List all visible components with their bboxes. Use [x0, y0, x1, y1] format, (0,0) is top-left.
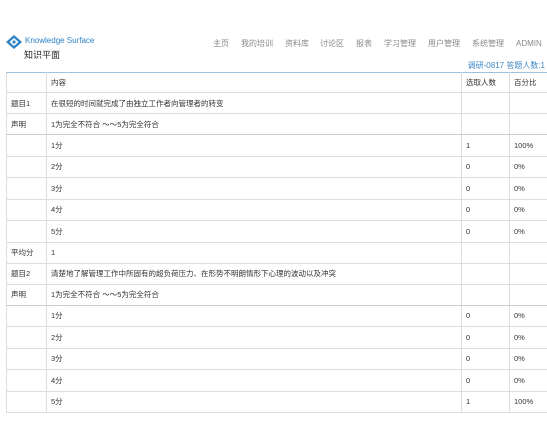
option-label: 4分 — [46, 198, 462, 221]
knowledge-surface-logo-icon — [6, 35, 22, 49]
option-count: 0 — [461, 304, 510, 327]
option-key-cell — [6, 369, 47, 392]
option-count: 1 — [461, 390, 510, 413]
option-percent: 0% — [509, 369, 547, 392]
option-label: 4分 — [46, 369, 462, 392]
nav-user-management[interactable]: 用户管理 — [428, 38, 460, 50]
statement-row: 声明 1为完全不符合 ～～5为完全符合 — [6, 283, 547, 306]
option-key-cell — [6, 220, 47, 243]
brand-name-en: Knowledge Surface — [25, 36, 95, 45]
nav-my-training[interactable]: 我的培训 — [241, 38, 273, 50]
statement-percent-cell — [509, 283, 547, 306]
header-count: 选取人数 — [461, 72, 510, 93]
option-row: 4分 0 0% — [6, 198, 547, 221]
nav-home[interactable]: 主页 — [213, 38, 229, 50]
header-key-cell — [6, 72, 47, 93]
option-label: 5分 — [46, 390, 462, 413]
option-key-cell — [6, 390, 47, 413]
statement-count-cell — [461, 113, 510, 135]
question-row: 题目1 在很短的时间就完成了由独立工作者向管理者的转变 — [6, 92, 547, 114]
option-label: 1分 — [46, 304, 462, 327]
nav-library[interactable]: 资料库 — [285, 38, 309, 50]
nav-learning-management[interactable]: 学习管理 — [384, 38, 416, 50]
option-key-cell — [6, 326, 47, 349]
nav-system-management[interactable]: 系统管理 — [472, 38, 504, 50]
option-percent: 0% — [509, 304, 547, 327]
statement-row: 声明 1为完全不符合 ～～5为完全符合 — [6, 113, 547, 135]
option-count: 0 — [461, 369, 510, 392]
option-key-cell — [6, 134, 47, 157]
option-label: 1分 — [46, 134, 462, 157]
statement-percent-cell — [509, 113, 547, 135]
option-label: 3分 — [46, 347, 462, 370]
brand-name-cn: 知识平面 — [24, 50, 61, 60]
statement-key: 声明 — [6, 113, 47, 135]
statement-key: 声明 — [6, 283, 47, 306]
option-row: 4分 0 0% — [6, 369, 547, 392]
option-percent: 100% — [509, 390, 547, 413]
survey-report-table: 内容 选取人数 百分比 题目1 在很短的时间就完成了由独立工作者向管理者的转变 … — [6, 72, 547, 413]
option-row: 5分 0 0% — [6, 220, 547, 243]
statement-text: 1为完全不符合 ～～5为完全符合 — [46, 113, 462, 135]
option-key-cell — [6, 304, 47, 327]
option-count: 0 — [461, 198, 510, 221]
option-row: 2分 0 0% — [6, 155, 547, 178]
brand-logo[interactable]: Knowledge Surface 知识平面 — [6, 35, 106, 60]
option-percent: 0% — [509, 198, 547, 221]
option-key-cell — [6, 177, 47, 200]
question-key[interactable]: 题目2 — [6, 262, 47, 285]
average-count-cell — [461, 241, 510, 264]
average-percent-cell — [509, 241, 547, 264]
option-percent: 0% — [509, 220, 547, 243]
option-percent: 0% — [509, 326, 547, 349]
option-row: 5分 1 100% — [6, 390, 547, 413]
nav-admin-user[interactable]: ADMIN — [516, 38, 542, 50]
option-count: 0 — [461, 220, 510, 243]
option-count: 0 — [461, 326, 510, 349]
option-key-cell — [6, 347, 47, 370]
option-label: 2分 — [46, 155, 462, 178]
option-count: 1 — [461, 134, 510, 157]
header-percent: 百分比 — [509, 72, 547, 93]
option-row: 3分 0 0% — [6, 177, 547, 200]
option-label: 5分 — [46, 220, 462, 243]
average-value: 1 — [46, 241, 462, 264]
option-percent: 0% — [509, 177, 547, 200]
option-row: 1分 1 100% — [6, 134, 547, 157]
statement-text: 1为完全不符合 ～～5为完全符合 — [46, 283, 462, 306]
question-percent-cell — [509, 92, 547, 114]
option-count: 0 — [461, 155, 510, 178]
question-title: 在很短的时间就完成了由独立工作者向管理者的转变 — [46, 92, 462, 114]
question-title: 清楚地了解管理工作中所固有的超负荷压力、在形势不明朗情形下心理的波动以及冲突 — [46, 262, 462, 285]
option-row: 1分 0 0% — [6, 304, 547, 327]
option-row: 3分 0 0% — [6, 347, 547, 370]
option-percent: 0% — [509, 347, 547, 370]
average-key: 平均分 — [6, 241, 47, 264]
question-key[interactable]: 题目1 — [6, 92, 47, 114]
average-row: 平均分 1 — [6, 241, 547, 264]
header-content: 内容 — [46, 72, 462, 93]
question-count-cell — [461, 92, 510, 114]
nav-discussion[interactable]: 讨论区 — [320, 38, 344, 50]
option-percent: 0% — [509, 155, 547, 178]
question-count-cell — [461, 262, 510, 285]
option-count: 0 — [461, 177, 510, 200]
question-row: 题目2 清楚地了解管理工作中所固有的超负荷压力、在形势不明朗情形下心理的波动以及… — [6, 262, 547, 285]
app-header: Knowledge Surface 知识平面 主页 我的培训 资料库 讨论区 报… — [0, 30, 547, 60]
survey-info: 调研-0817 答题人数:1 — [467, 61, 545, 70]
option-key-cell — [6, 198, 47, 221]
nav-reports[interactable]: 报表 — [356, 38, 372, 50]
option-row: 2分 0 0% — [6, 326, 547, 349]
question-percent-cell — [509, 262, 547, 285]
option-label: 2分 — [46, 326, 462, 349]
statement-count-cell — [461, 283, 510, 306]
option-count: 0 — [461, 347, 510, 370]
option-key-cell — [6, 155, 47, 178]
option-label: 3分 — [46, 177, 462, 200]
option-percent: 100% — [509, 134, 547, 157]
table-header-row: 内容 选取人数 百分比 — [6, 72, 547, 93]
